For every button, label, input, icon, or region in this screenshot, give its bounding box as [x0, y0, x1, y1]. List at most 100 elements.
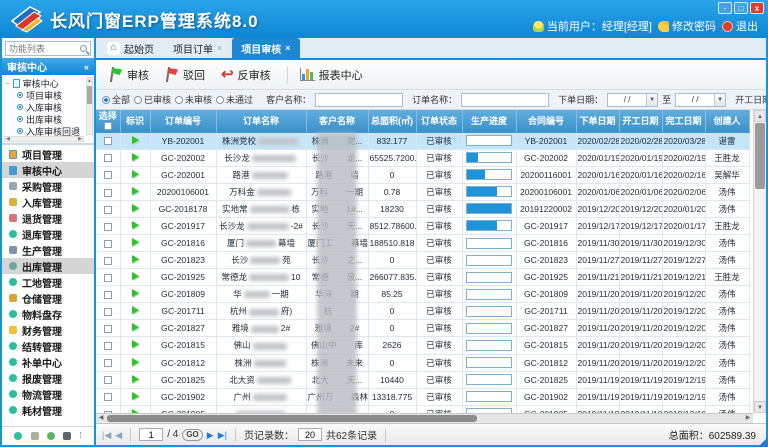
scroll-right-icon[interactable]: ▶ — [78, 137, 82, 141]
row-checkbox[interactable] — [104, 240, 112, 248]
tab-起始页[interactable]: ⌂起始页 — [98, 38, 163, 58]
page-size-input[interactable] — [298, 428, 322, 441]
function-search[interactable] — [5, 41, 91, 56]
row-checkbox[interactable] — [104, 137, 112, 145]
row-checkbox[interactable] — [104, 154, 112, 162]
sidebar-item-物流管理[interactable]: 物流管理 — [2, 386, 94, 402]
chevron-down-icon[interactable]: ▼ — [646, 94, 657, 106]
scroll-left-icon[interactable]: ◀ — [96, 414, 106, 423]
row-checkbox[interactable] — [104, 359, 112, 367]
table-row[interactable]: GC-201925常德龙10常德泉...266077.835..已审核GC-20… — [96, 269, 749, 286]
close-tab-icon[interactable]: × — [285, 43, 290, 53]
sidebar-item-生产管理[interactable]: 生产管理 — [2, 242, 94, 258]
sidebar-item-物料盘存[interactable]: 物料盘存 — [2, 306, 94, 322]
first-page-button[interactable]: |◀ — [102, 430, 111, 440]
row-checkbox[interactable] — [104, 274, 112, 282]
row-checkbox[interactable] — [104, 291, 112, 299]
column-header-order_name[interactable]: 订单名称 — [216, 110, 306, 132]
审核-button[interactable]: 审核 — [104, 63, 158, 87]
order-name-input[interactable] — [461, 93, 549, 107]
table-row[interactable]: YB-202001株洲党校株洲党...832.177已审核YB-20200120… — [96, 132, 749, 149]
resize-grip[interactable] — [758, 437, 768, 447]
sidebar-item-补单中心[interactable]: 补单中心 — [2, 354, 94, 370]
radio-未通过[interactable]: 未通过 — [216, 93, 253, 106]
close-tab-icon[interactable]: × — [217, 43, 222, 53]
column-header-select[interactable]: 选择 — [96, 110, 120, 132]
sidebar-item-耗材管理[interactable]: 耗材管理 — [2, 402, 94, 418]
row-checkbox[interactable] — [104, 206, 112, 214]
logout-button[interactable]: 退出 — [722, 18, 758, 34]
table-row[interactable]: GC-201827雅境2#雅境2#0已审核GC-2018272019/11/20… — [96, 320, 749, 337]
column-header-progress[interactable]: 生产进度 — [462, 110, 516, 132]
sidebar-item-项目管理[interactable]: 项目管理 — [2, 146, 94, 162]
row-checkbox[interactable] — [104, 223, 112, 231]
go-button[interactable]: GO — [182, 429, 202, 441]
tab-项目审核[interactable]: 项目审核× — [232, 38, 299, 58]
sidebar-item-报废管理[interactable]: 报废管理 — [2, 370, 94, 386]
table-row[interactable]: GC-201711杭州府)杭0已审核GC-2017112019/11/20201… — [96, 303, 749, 320]
page-number-input[interactable] — [139, 428, 163, 441]
collapse-panel-icon[interactable]: « — [84, 62, 89, 72]
column-header-order_no[interactable]: 订单编号 — [150, 110, 216, 132]
tab-项目订单[interactable]: 项目订单× — [164, 38, 231, 58]
table-row[interactable]: GC-2018178实地常栋实地1#...18230已审核20191220002… — [96, 200, 749, 217]
scroll-up-icon[interactable]: ▲ — [87, 78, 92, 85]
scroll-up-icon[interactable]: ▲ — [754, 110, 766, 122]
table-row[interactable]: GC-201812株洲株洲未来0已审核GC-2018122019/11/2020… — [96, 354, 749, 371]
maximize-button[interactable]: □ — [734, 2, 748, 14]
报表中心-button[interactable]: 报表中心 — [295, 63, 372, 87]
horizontal-scroll-thumb[interactable] — [107, 415, 477, 422]
tree-root-audit-center[interactable]: − 审核中心 — [5, 77, 86, 89]
table-row[interactable]: GC-201902广州广州万森林13318.775已审核GC-201902201… — [96, 388, 749, 405]
row-checkbox[interactable] — [104, 308, 112, 316]
tree-item-出库审核[interactable]: 出库审核 — [5, 113, 86, 125]
dot-icon[interactable] — [14, 432, 22, 440]
row-checkbox[interactable] — [104, 376, 112, 384]
column-header-customer[interactable]: 客户名称 — [306, 110, 368, 132]
sidebar-item-出库管理[interactable]: 出库管理 — [2, 258, 94, 274]
scroll-left-icon[interactable]: ◀ — [6, 137, 10, 141]
next-page-button[interactable]: ▶ — [207, 430, 214, 440]
minimize-button[interactable]: - — [718, 2, 732, 14]
table-row[interactable]: GC-202001路港路港墙0已审核202001160012020/01/162… — [96, 166, 749, 183]
column-header-status[interactable]: 订单状态 — [416, 110, 462, 132]
sidebar-item-工地管理[interactable]: 工地管理 — [2, 274, 94, 290]
row-checkbox[interactable] — [104, 325, 112, 333]
change-password-button[interactable]: 修改密码 — [658, 18, 716, 34]
person-icon[interactable] — [63, 432, 71, 440]
select-all-checkbox[interactable] — [104, 122, 112, 130]
反审核-button[interactable]: ↩反审核 — [216, 63, 280, 87]
radio-未审核[interactable]: 未审核 — [175, 93, 212, 106]
column-header-finish_date[interactable]: 完工日期 — [662, 110, 705, 132]
row-checkbox[interactable] — [104, 189, 112, 197]
row-checkbox[interactable] — [104, 393, 112, 401]
table-row[interactable]: GC-201917长沙龙-2#长沙天...8512.78600..已审核GC-2… — [96, 217, 749, 234]
table-row[interactable]: GC-202002长沙龙长沙龙...65525.7200..已审核GC-2020… — [96, 149, 749, 166]
row-checkbox[interactable] — [104, 257, 112, 265]
sidebar-item-入库管理[interactable]: 入库管理 — [2, 194, 94, 210]
order-date-to-picker[interactable]: / /▼ — [675, 93, 726, 107]
驳回-button[interactable]: 驳回 — [160, 63, 214, 87]
row-checkbox[interactable] — [104, 171, 112, 179]
column-header-order_date[interactable]: 下单日期 — [576, 110, 619, 132]
column-header-creator[interactable]: 创建人 — [705, 110, 749, 132]
customer-name-input[interactable] — [315, 93, 403, 107]
close-button[interactable]: x — [750, 2, 764, 14]
column-header-flag[interactable]: 标识 — [120, 110, 150, 132]
table-row[interactable]: GC-201825北大资北大天...10440已审核GC-2018252019/… — [96, 371, 749, 388]
vertical-scroll-thumb[interactable] — [755, 123, 765, 189]
table-row[interactable]: 20200106001万科金万科一期0.78已审核202001060012020… — [96, 183, 749, 200]
tree-horizontal-scrollbar[interactable]: ◀▶ — [4, 136, 84, 142]
tree-item-入库审核[interactable]: 入库审核 — [5, 101, 86, 113]
tree-item-项目审核[interactable]: 项目审核 — [5, 89, 86, 101]
vertical-scrollbar[interactable]: ▲ ▼ — [753, 110, 766, 413]
sidebar-item-退货管理[interactable]: 退货管理 — [2, 210, 94, 226]
tree-vertical-scrollbar[interactable]: ▲ — [86, 77, 93, 135]
order-date-from-picker[interactable]: / /▼ — [607, 93, 658, 107]
column-header-start_date[interactable]: 开工日期 — [619, 110, 662, 132]
leaf-icon[interactable] — [47, 432, 55, 440]
table-row[interactable]: GC-201809华一期华浔期85.25已审核GC-2018092019/11/… — [96, 286, 749, 303]
cart-icon[interactable] — [31, 432, 39, 440]
function-search-input[interactable] — [9, 44, 80, 54]
sidebar-item-退库管理[interactable]: 退库管理 — [2, 226, 94, 242]
